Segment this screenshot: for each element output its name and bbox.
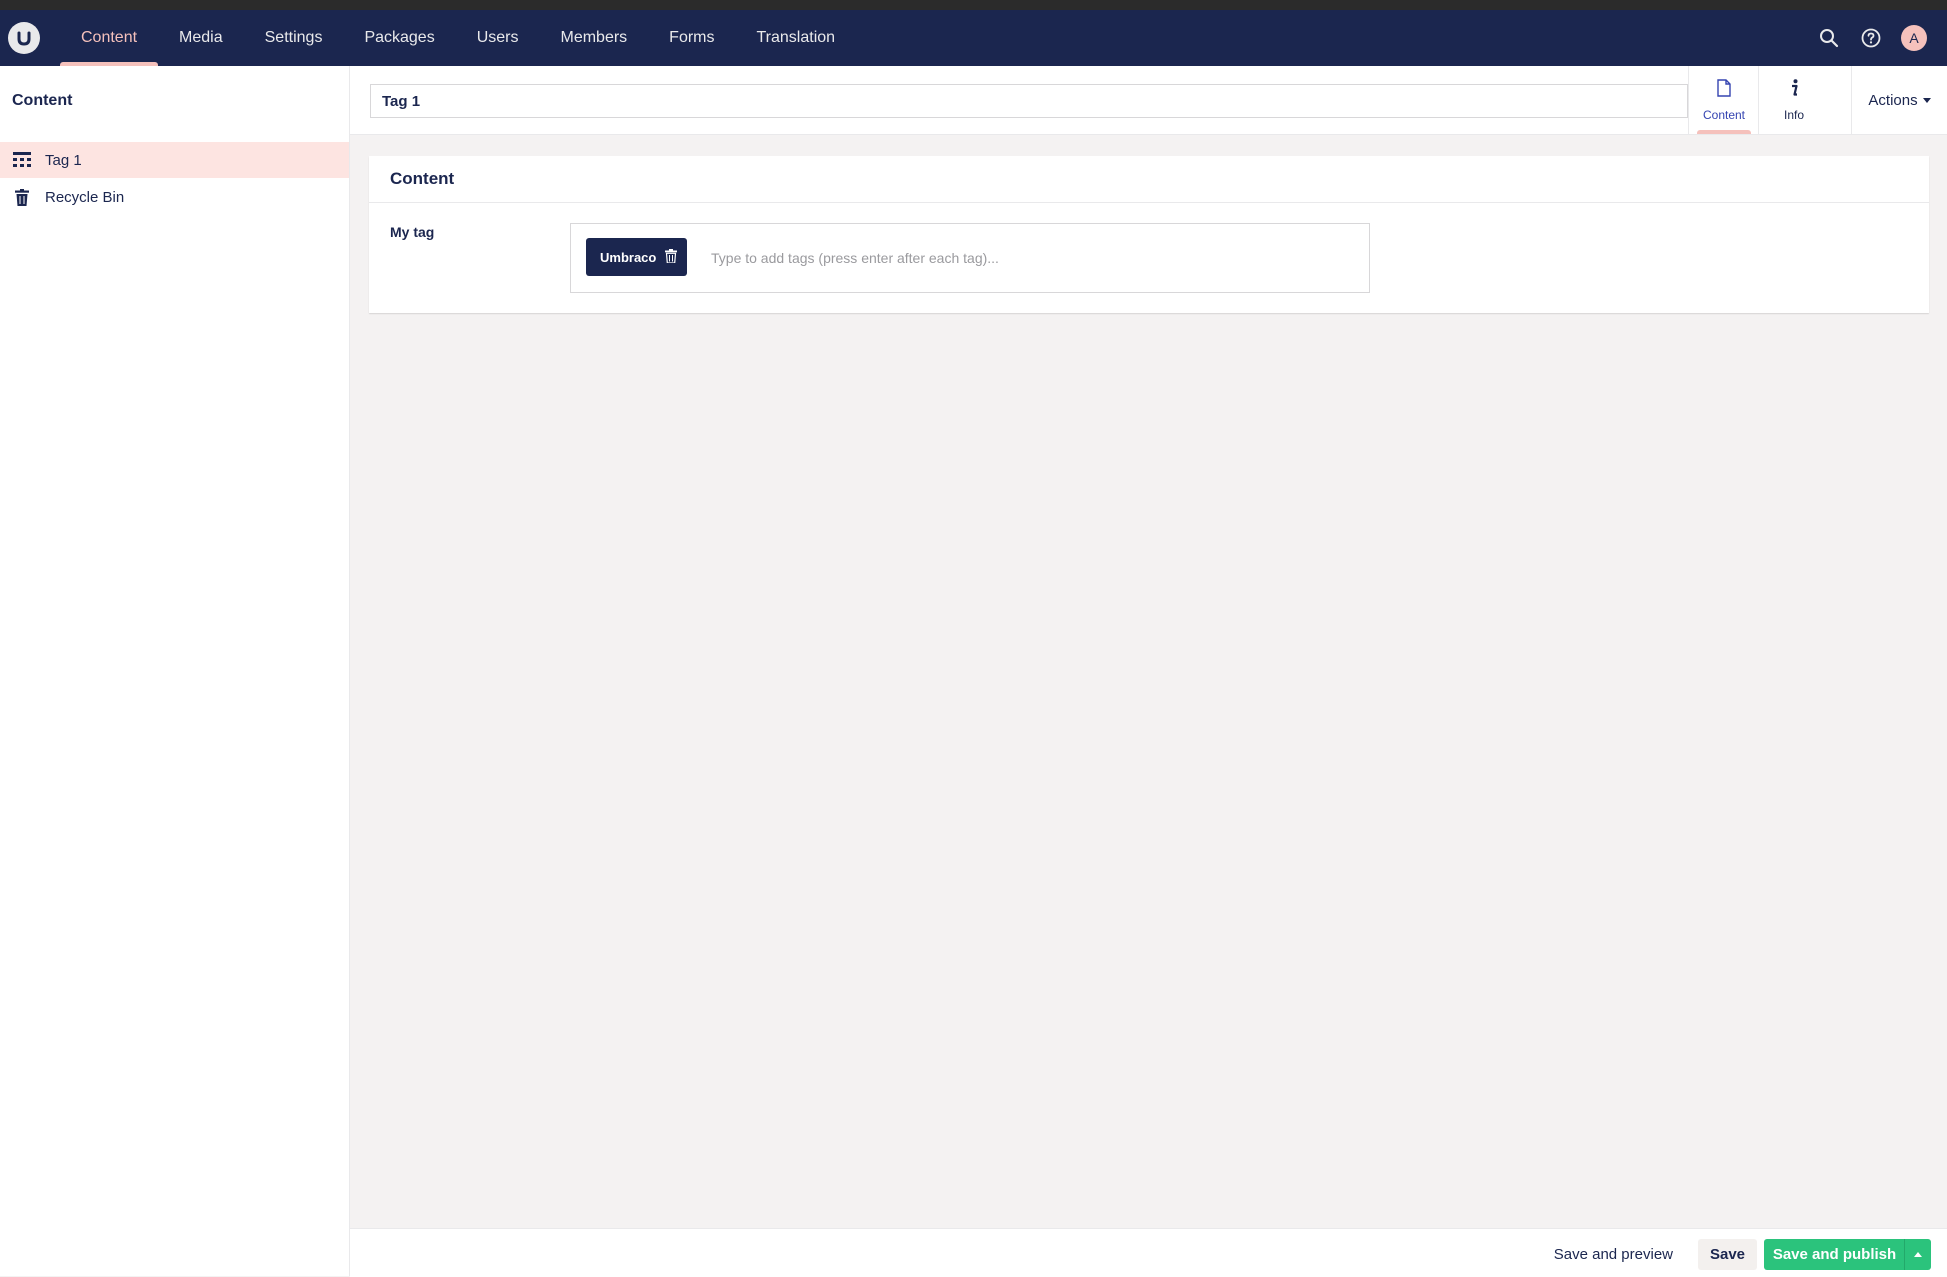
section-packages[interactable]: Packages [343,10,455,66]
section-members[interactable]: Members [539,10,648,66]
sidebar-title: Content [12,92,73,109]
help-icon[interactable] [1859,26,1883,50]
tab-info-label: Info [1783,107,1804,122]
document-icon [1717,78,1731,102]
tab-info[interactable]: Info [1758,66,1829,134]
save-and-publish-button[interactable]: Save and publish [1764,1239,1905,1270]
section-nav: Content Media Settings Packages Users Me… [60,10,856,66]
content-panel: Content My tag Umbraco [369,156,1929,313]
grid-icon [11,149,33,171]
save-and-preview-button[interactable]: Save and preview [1554,1239,1673,1269]
tree-item-label: Recycle Bin [45,188,125,206]
section-forms[interactable]: Forms [648,10,735,66]
tags-editor: Umbraco [570,223,1370,293]
trash-icon[interactable] [665,249,677,264]
info-icon [1789,78,1799,102]
tab-content-label: Content [1702,107,1746,122]
avatar[interactable]: A [1901,25,1927,51]
section-translation[interactable]: Translation [736,10,857,66]
search-icon[interactable] [1817,26,1841,50]
content-tree-sidebar: Content Tag 1 Recycle Bin [0,66,350,1276]
tree-item-label: Tag 1 [45,151,82,169]
tree-item-recycle-bin[interactable]: Recycle Bin [0,179,349,215]
top-icons: A [1817,10,1927,66]
tag-label: Umbraco [600,249,657,265]
publish-options-toggle[interactable] [1904,1239,1931,1270]
tag-chip[interactable]: Umbraco [586,238,687,276]
save-button[interactable]: Save [1698,1239,1757,1270]
section-content[interactable]: Content [60,10,159,66]
property-label: My tag [390,224,435,240]
section-settings[interactable]: Settings [244,10,344,66]
editor-header: Content Info Actions [350,66,1947,135]
tab-content[interactable]: Content [1688,66,1759,134]
umbraco-logo-icon[interactable] [8,22,40,54]
top-navigation-bar: Content Media Settings Packages Users Me… [0,10,1947,66]
section-media[interactable]: Media [158,10,244,66]
browser-top-strip [0,0,1947,10]
tag-input[interactable] [709,244,1353,272]
tree-item-tag-1[interactable]: Tag 1 [0,142,349,178]
actions-dropdown[interactable]: Actions [1851,66,1947,134]
trash-icon [11,186,33,208]
panel-title: Content [369,156,1929,203]
actions-label: Actions [1868,91,1918,109]
caret-up-icon [1914,1252,1922,1257]
editor-footer: Save and preview Save Save and publish [350,1228,1947,1277]
document-name-input[interactable] [370,84,1688,118]
caret-down-icon [1922,97,1931,103]
section-users[interactable]: Users [456,10,540,66]
